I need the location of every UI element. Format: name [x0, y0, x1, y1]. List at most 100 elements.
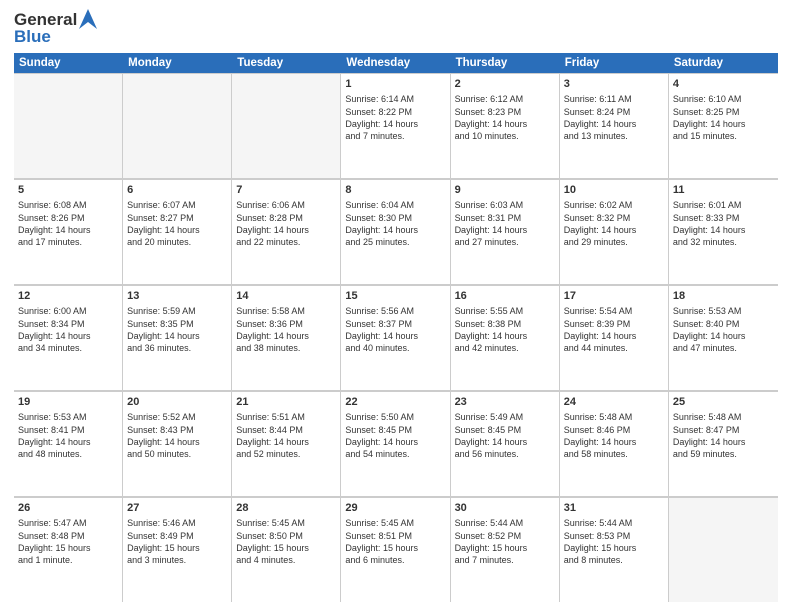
calendar-cell: 7Sunrise: 6:06 AMSunset: 8:28 PMDaylight…	[232, 180, 341, 284]
calendar-header-cell: Friday	[560, 53, 669, 73]
day-number: 13	[127, 289, 227, 304]
calendar-week: 5Sunrise: 6:08 AMSunset: 8:26 PMDaylight…	[14, 179, 778, 285]
cell-text-line: Sunrise: 5:44 AM	[455, 517, 555, 529]
cell-text-line: Daylight: 14 hours	[345, 330, 445, 342]
calendar-cell: 23Sunrise: 5:49 AMSunset: 8:45 PMDayligh…	[451, 392, 560, 496]
cell-text-line: Daylight: 15 hours	[455, 542, 555, 554]
cell-text-line: Sunrise: 5:48 AM	[673, 411, 774, 423]
calendar-week: 19Sunrise: 5:53 AMSunset: 8:41 PMDayligh…	[14, 391, 778, 497]
cell-text-line: Sunrise: 5:44 AM	[564, 517, 664, 529]
day-number: 12	[18, 289, 118, 304]
day-number: 18	[673, 289, 774, 304]
calendar-cell: 14Sunrise: 5:58 AMSunset: 8:36 PMDayligh…	[232, 286, 341, 390]
calendar-cell: 28Sunrise: 5:45 AMSunset: 8:50 PMDayligh…	[232, 498, 341, 602]
page: General Blue SundayMondayTuesdayWednesda…	[0, 0, 792, 612]
cell-text-line: Sunset: 8:30 PM	[345, 212, 445, 224]
cell-text-line: and 29 minutes.	[564, 236, 664, 248]
cell-text-line: Daylight: 14 hours	[18, 330, 118, 342]
cell-text-line: Daylight: 14 hours	[236, 436, 336, 448]
cell-text-line: and 22 minutes.	[236, 236, 336, 248]
cell-text-line: and 58 minutes.	[564, 448, 664, 460]
cell-text-line: and 7 minutes.	[345, 130, 445, 142]
logo-icon	[79, 9, 97, 29]
cell-text-line: Sunset: 8:22 PM	[345, 106, 445, 118]
calendar-header-cell: Sunday	[14, 53, 123, 73]
cell-text-line: and 27 minutes.	[455, 236, 555, 248]
day-number: 31	[564, 501, 664, 516]
day-number: 19	[18, 395, 118, 410]
day-number: 28	[236, 501, 336, 516]
cell-text-line: Daylight: 14 hours	[18, 436, 118, 448]
cell-text-line: and 40 minutes.	[345, 342, 445, 354]
cell-text-line: and 15 minutes.	[673, 130, 774, 142]
cell-text-line: Daylight: 14 hours	[564, 224, 664, 236]
calendar-cell: 19Sunrise: 5:53 AMSunset: 8:41 PMDayligh…	[14, 392, 123, 496]
cell-text-line: Daylight: 15 hours	[236, 542, 336, 554]
day-number: 16	[455, 289, 555, 304]
cell-text-line: Daylight: 14 hours	[345, 436, 445, 448]
calendar-cell: 27Sunrise: 5:46 AMSunset: 8:49 PMDayligh…	[123, 498, 232, 602]
cell-text-line: Sunset: 8:37 PM	[345, 318, 445, 330]
calendar-week: 26Sunrise: 5:47 AMSunset: 8:48 PMDayligh…	[14, 497, 778, 602]
cell-text-line: and 59 minutes.	[673, 448, 774, 460]
cell-text-line: Sunset: 8:34 PM	[18, 318, 118, 330]
cell-text-line: Sunset: 8:53 PM	[564, 530, 664, 542]
cell-text-line: Sunset: 8:46 PM	[564, 424, 664, 436]
cell-text-line: Sunset: 8:51 PM	[345, 530, 445, 542]
calendar-cell: 31Sunrise: 5:44 AMSunset: 8:53 PMDayligh…	[560, 498, 669, 602]
cell-text-line: Sunset: 8:52 PM	[455, 530, 555, 542]
calendar-cell: 21Sunrise: 5:51 AMSunset: 8:44 PMDayligh…	[232, 392, 341, 496]
cell-text-line: Daylight: 14 hours	[236, 330, 336, 342]
day-number: 4	[673, 77, 774, 92]
cell-text-line: and 4 minutes.	[236, 554, 336, 566]
day-number: 29	[345, 501, 445, 516]
calendar-header-cell: Saturday	[669, 53, 778, 73]
cell-text-line: and 42 minutes.	[455, 342, 555, 354]
calendar-week: 12Sunrise: 6:00 AMSunset: 8:34 PMDayligh…	[14, 285, 778, 391]
cell-text-line: and 10 minutes.	[455, 130, 555, 142]
day-number: 26	[18, 501, 118, 516]
cell-text-line: and 50 minutes.	[127, 448, 227, 460]
day-number: 24	[564, 395, 664, 410]
day-number: 17	[564, 289, 664, 304]
cell-text-line: Sunset: 8:50 PM	[236, 530, 336, 542]
cell-text-line: Sunset: 8:33 PM	[673, 212, 774, 224]
cell-text-line: and 32 minutes.	[673, 236, 774, 248]
cell-text-line: and 52 minutes.	[236, 448, 336, 460]
cell-text-line: Daylight: 15 hours	[345, 542, 445, 554]
cell-text-line: Daylight: 14 hours	[127, 330, 227, 342]
calendar-week: 1Sunrise: 6:14 AMSunset: 8:22 PMDaylight…	[14, 73, 778, 179]
cell-text-line: and 56 minutes.	[455, 448, 555, 460]
cell-text-line: Sunrise: 5:50 AM	[345, 411, 445, 423]
cell-text-line: Sunrise: 6:06 AM	[236, 199, 336, 211]
day-number: 6	[127, 183, 227, 198]
calendar-body: 1Sunrise: 6:14 AMSunset: 8:22 PMDaylight…	[14, 73, 778, 602]
cell-text-line: Daylight: 14 hours	[455, 118, 555, 130]
calendar-cell: 22Sunrise: 5:50 AMSunset: 8:45 PMDayligh…	[341, 392, 450, 496]
calendar-cell	[232, 74, 341, 178]
cell-text-line: Sunrise: 6:03 AM	[455, 199, 555, 211]
cell-text-line: Sunrise: 5:53 AM	[673, 305, 774, 317]
cell-text-line: Sunrise: 5:46 AM	[127, 517, 227, 529]
cell-text-line: Daylight: 14 hours	[345, 118, 445, 130]
day-number: 27	[127, 501, 227, 516]
calendar-cell: 3Sunrise: 6:11 AMSunset: 8:24 PMDaylight…	[560, 74, 669, 178]
cell-text-line: and 48 minutes.	[18, 448, 118, 460]
cell-text-line: Sunset: 8:49 PM	[127, 530, 227, 542]
cell-text-line: Sunset: 8:27 PM	[127, 212, 227, 224]
cell-text-line: Sunset: 8:31 PM	[455, 212, 555, 224]
calendar-cell: 25Sunrise: 5:48 AMSunset: 8:47 PMDayligh…	[669, 392, 778, 496]
cell-text-line: and 34 minutes.	[18, 342, 118, 354]
cell-text-line: Sunrise: 5:47 AM	[18, 517, 118, 529]
cell-text-line: Sunrise: 5:52 AM	[127, 411, 227, 423]
calendar-cell: 29Sunrise: 5:45 AMSunset: 8:51 PMDayligh…	[341, 498, 450, 602]
cell-text-line: Daylight: 14 hours	[673, 436, 774, 448]
cell-text-line: Sunrise: 6:01 AM	[673, 199, 774, 211]
calendar-cell: 30Sunrise: 5:44 AMSunset: 8:52 PMDayligh…	[451, 498, 560, 602]
cell-text-line: and 38 minutes.	[236, 342, 336, 354]
calendar-header-cell: Wednesday	[341, 53, 450, 73]
cell-text-line: Sunrise: 5:51 AM	[236, 411, 336, 423]
cell-text-line: Sunrise: 5:53 AM	[18, 411, 118, 423]
day-number: 8	[345, 183, 445, 198]
cell-text-line: Sunrise: 5:45 AM	[236, 517, 336, 529]
